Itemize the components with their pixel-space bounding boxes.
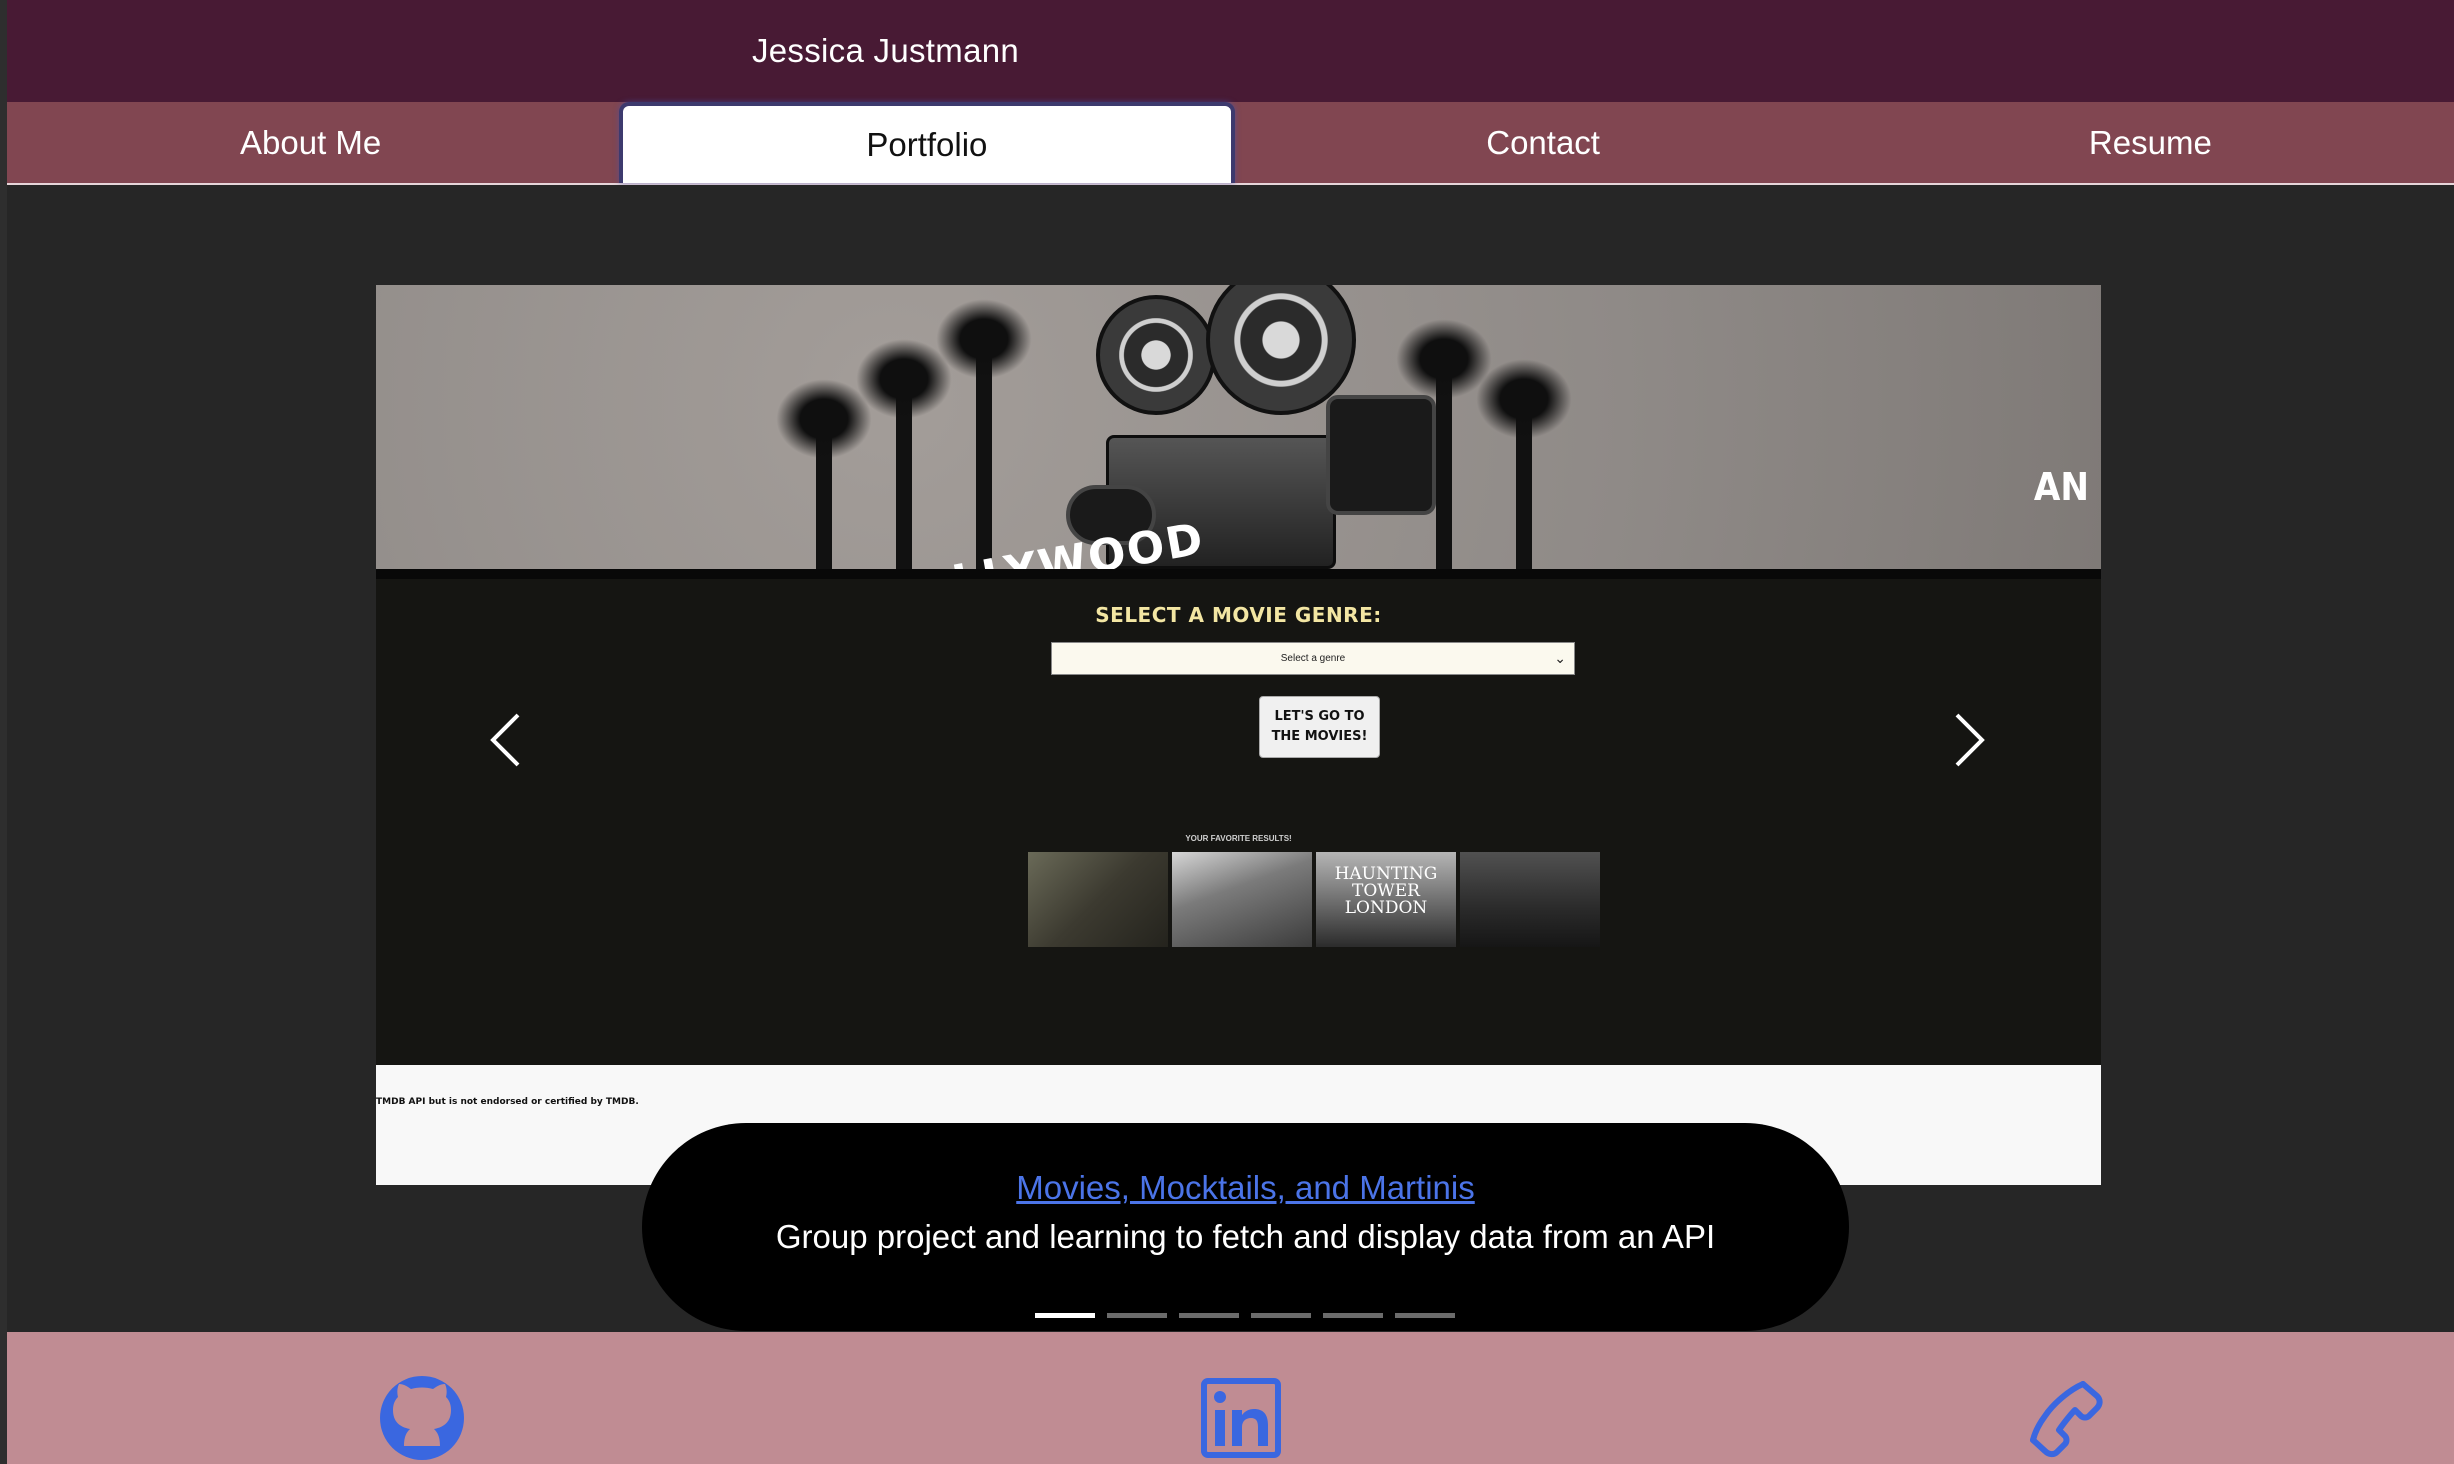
movie-poster <box>1172 852 1312 947</box>
hero-title-fragment: AN <box>2033 465 2089 509</box>
carousel-indicator[interactable] <box>1107 1313 1167 1318</box>
phone-icon <box>2030 1381 2103 1458</box>
movie-poster <box>1028 852 1168 947</box>
carousel-indicators <box>1035 1313 1455 1318</box>
carousel-indicator[interactable] <box>1179 1313 1239 1318</box>
tab-about-me[interactable]: About Me <box>7 102 614 183</box>
tmdb-disclaimer: TMDB API but is not endorsed or certifie… <box>376 1097 639 1107</box>
linkedin-link[interactable] <box>1201 1372 1281 1464</box>
tab-portfolio[interactable]: Portfolio <box>619 102 1235 183</box>
phone-link[interactable] <box>2025 1372 2105 1464</box>
palm-tree-image <box>776 379 872 569</box>
movie-poster <box>1460 852 1600 947</box>
github-icon <box>380 1376 464 1460</box>
site-header: Jessica Justmann <box>7 0 2454 102</box>
palm-tree-image <box>1476 359 1572 569</box>
chevron-left-icon <box>490 713 520 767</box>
window-edge <box>0 0 7 1464</box>
tab-contact[interactable]: Contact <box>1240 102 1847 183</box>
palm-tree-image <box>856 339 952 569</box>
genre-select-image: Select a genre ⌄ <box>1051 642 1575 675</box>
site-footer <box>7 1332 2454 1464</box>
carousel-indicator[interactable] <box>1395 1313 1455 1318</box>
carousel-caption: Movies, Mocktails, and Martinis Group pr… <box>642 1123 1849 1331</box>
movie-poster: HAUNTING TOWER LONDON <box>1316 852 1456 947</box>
project-screenshot-body: SELECT A MOVIE GENRE: Select a genre ⌄ L… <box>376 569 2101 1065</box>
chevron-down-icon: ⌄ <box>1554 650 1566 666</box>
project-description: Group project and learning to fetch and … <box>775 1218 1716 1255</box>
portfolio-carousel: LLYWOOD AN SELECT A MOVIE GENRE: Select … <box>376 285 2101 1185</box>
carousel-indicator[interactable] <box>1251 1313 1311 1318</box>
go-to-movies-button-image: LET'S GO TO THE MOVIES! <box>1259 696 1380 758</box>
carousel-indicator[interactable] <box>1035 1313 1095 1318</box>
carousel-prev-button[interactable] <box>480 705 530 775</box>
linkedin-icon <box>1201 1378 1281 1458</box>
chevron-right-icon <box>1955 713 1985 767</box>
genre-label: SELECT A MOVIE GENRE: <box>1095 603 1382 627</box>
palm-tree-image <box>936 299 1032 569</box>
project-screenshot-hero: LLYWOOD AN <box>376 285 2101 569</box>
favorites-label: YOUR FAVORITE RESULTS! <box>1185 834 1292 843</box>
genre-select-value: Select a genre <box>1280 653 1346 664</box>
carousel-indicator[interactable] <box>1323 1313 1383 1318</box>
poster-row: HAUNTING TOWER LONDON <box>1028 852 1600 947</box>
browser-viewport: Jessica Justmann About Me Portfolio Cont… <box>0 0 2454 1464</box>
site-title: Jessica Justmann <box>751 32 1020 69</box>
github-link[interactable] <box>377 1372 467 1464</box>
portfolio-section: LLYWOOD AN SELECT A MOVIE GENRE: Select … <box>7 185 2454 1332</box>
carousel-next-button[interactable] <box>1945 705 1995 775</box>
project-link[interactable]: Movies, Mocktails, and Martinis <box>642 1169 1849 1207</box>
main-nav-tabs: About Me Portfolio Contact Resume <box>7 102 2454 185</box>
tab-resume[interactable]: Resume <box>1847 102 2454 183</box>
